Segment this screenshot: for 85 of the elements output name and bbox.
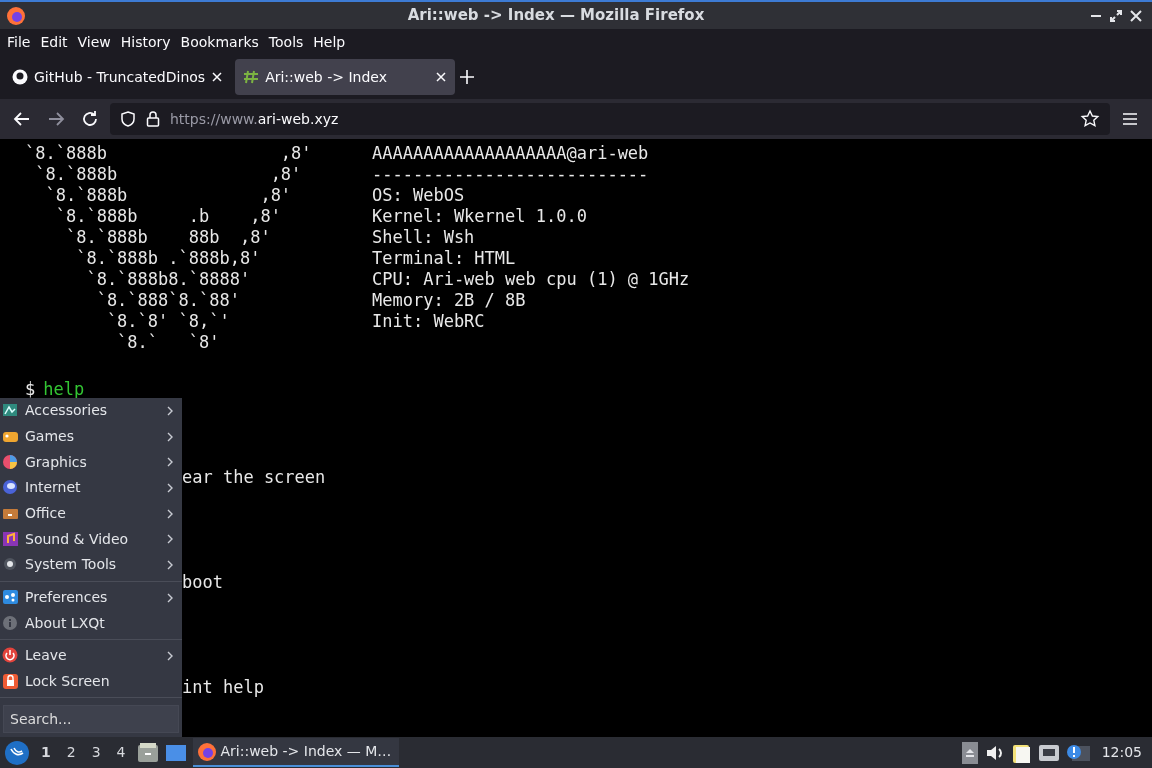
file-manager-icon[interactable] xyxy=(136,742,159,763)
network-icon[interactable] xyxy=(1037,742,1060,763)
desktop-button[interactable]: 4 xyxy=(111,742,131,763)
chevron-right-icon xyxy=(166,591,174,604)
start-menu-item[interactable]: Leave xyxy=(0,643,182,669)
desktop-button[interactable]: 3 xyxy=(86,742,106,763)
desktop-icon[interactable] xyxy=(164,743,187,762)
start-menu-item[interactable]: Internet xyxy=(0,475,182,501)
dots-icon xyxy=(2,589,19,607)
power-icon xyxy=(2,647,19,665)
ascii-art-line: `8.`888b8.`8888' xyxy=(85,269,251,290)
close-icon[interactable] xyxy=(211,71,224,83)
hash-icon xyxy=(243,69,260,85)
search-field[interactable]: Search... xyxy=(3,705,179,734)
color-wheel-icon xyxy=(2,453,19,471)
shield-icon xyxy=(120,110,136,128)
chevron-right-icon xyxy=(166,507,174,520)
chevron-right-icon xyxy=(166,481,174,494)
menu-item[interactable]: History xyxy=(115,31,176,53)
url-text: https://www.ari-web.xyz xyxy=(170,109,340,129)
address-bar[interactable]: https://www.ari-web.xyz xyxy=(110,103,1110,135)
github-icon xyxy=(12,69,28,85)
menu-item[interactable]: File xyxy=(2,31,36,53)
terminal-text: int help xyxy=(182,677,264,698)
start-menu-item[interactable]: Games xyxy=(0,423,182,450)
ascii-art-line: `8.`888b ,8' xyxy=(44,185,292,206)
firefox-icon xyxy=(6,5,26,26)
terminal-text: --------------------------- xyxy=(372,164,649,185)
desktop-button[interactable]: 1 xyxy=(36,742,56,763)
terminal-text: AAAAAAAAAAAAAAAAAAA@ari-web xyxy=(372,143,649,164)
eject-icon[interactable] xyxy=(961,741,978,764)
terminal-text: Terminal: HTML xyxy=(372,248,516,269)
menu-item[interactable]: Bookmarks xyxy=(175,31,264,53)
terminal-text: OS: WebOS xyxy=(372,185,465,206)
window-title: Ari::web -> Index — Mozilla Firefox xyxy=(406,5,706,27)
start-menu-item[interactable]: About LXQt xyxy=(0,610,182,637)
chevron-right-icon xyxy=(166,558,174,571)
terminal-text: Shell: Wsh xyxy=(372,227,475,248)
menu-item[interactable]: Tools xyxy=(263,31,309,53)
menu-item[interactable]: View xyxy=(72,31,116,53)
terminal-text: boot xyxy=(182,572,223,593)
terminal-text: CPU: Ari-web web cpu (1) @ 1GHz xyxy=(372,269,690,290)
prompt-symbol: $ xyxy=(25,379,36,400)
start-menu-item[interactable]: Office xyxy=(0,500,182,527)
ascii-art-line: `8.`888b ,8' xyxy=(25,143,312,164)
menu-item[interactable]: Help xyxy=(308,31,351,53)
ascii-art-line: `8.`888`8.`88' xyxy=(95,290,240,311)
start-menu-item[interactable]: Accessories xyxy=(0,398,182,424)
ascii-art-line: `8.`888b .`888b,8' xyxy=(75,248,261,269)
firefox-icon xyxy=(196,741,217,762)
ascii-art-line: `8.` `8' xyxy=(116,332,220,353)
ascii-art-line: `8.`888b ,8' xyxy=(34,164,302,185)
start-menu-item[interactable]: Preferences xyxy=(0,584,182,611)
start-menu-item[interactable]: Lock Screen xyxy=(0,668,182,695)
chevron-right-icon xyxy=(166,649,174,662)
notification-icon[interactable] xyxy=(1065,742,1090,763)
globe-icon xyxy=(2,479,19,497)
browser-tab[interactable]: Ari::web -> Index xyxy=(235,59,456,95)
chevron-right-icon xyxy=(166,456,174,469)
start-menu-icon[interactable] xyxy=(4,739,30,766)
chevron-right-icon xyxy=(166,404,174,417)
menu-item[interactable]: Edit xyxy=(35,31,73,53)
terminal-text: Init: WebRC xyxy=(372,311,485,332)
chevron-right-icon xyxy=(166,430,174,443)
desktop-button[interactable]: 2 xyxy=(61,742,81,763)
terminal-text: ear the screen xyxy=(182,467,326,488)
terminal-text: Memory: 2B / 8B xyxy=(372,290,526,311)
start-menu-item[interactable]: Graphics xyxy=(0,449,182,475)
start-menu-item[interactable]: System Tools xyxy=(0,552,182,578)
browser-tab[interactable]: GitHub - TruncatedDinos xyxy=(4,59,232,95)
lock-icon xyxy=(146,110,160,128)
new-tab-icon[interactable] xyxy=(459,69,476,85)
star-icon[interactable] xyxy=(1080,109,1100,129)
ascii-art-line: `8.`8' `8,`' xyxy=(105,311,230,332)
close-icon[interactable] xyxy=(435,71,448,83)
chevron-right-icon xyxy=(166,533,174,546)
ascii-art-line: `8.`888b 88b ,8' xyxy=(64,227,271,248)
terminal-text: Kernel: Wkernel 1.0.0 xyxy=(372,206,587,227)
music-icon xyxy=(2,530,19,548)
ascii-art-line: `8.`888b .b ,8' xyxy=(54,206,281,227)
terminal-command: help xyxy=(43,379,85,400)
clock: 12:05 xyxy=(1100,743,1143,762)
lock-icon xyxy=(2,673,19,691)
taskbar-task[interactable]: Ari::web -> Index — M… xyxy=(192,738,400,767)
start-menu-item[interactable]: Sound & Video xyxy=(0,526,182,553)
